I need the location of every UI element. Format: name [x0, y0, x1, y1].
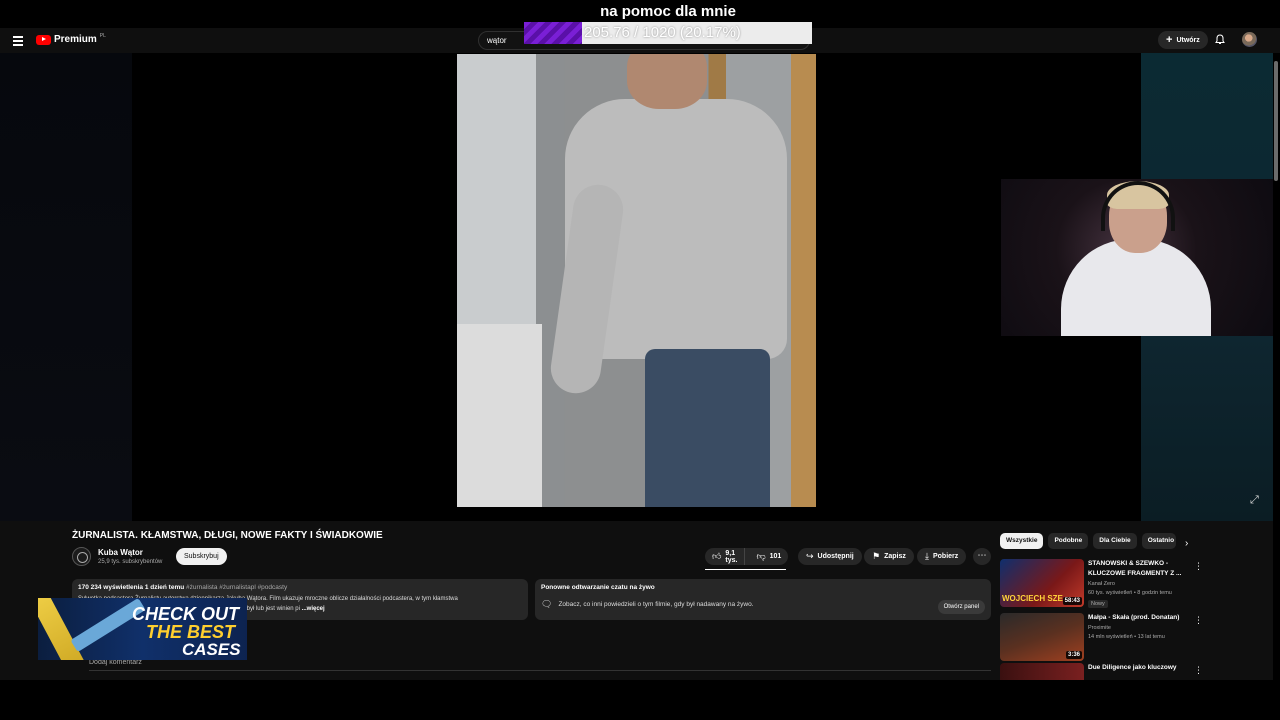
bookmark-icon: ⚑ — [872, 551, 881, 561]
region-label: PL — [99, 32, 106, 39]
recommendation-thumbnail[interactable] — [1000, 663, 1084, 680]
video-frame[interactable] — [457, 54, 816, 507]
views-and-date: 170 234 wyświetlenia 1 dzień temu — [78, 584, 185, 591]
thumbnail-text: WOJCIECH SZE — [1002, 594, 1063, 603]
webcam-person-body — [1061, 239, 1211, 336]
recommendation-title: STANOWSKI & SZEWKO - KLUCZOWE FRAGMENTY … — [1088, 560, 1182, 577]
chat-replay-line: 🗨︎ Zobacz, co inni powiedzieli o tym fil… — [541, 599, 985, 610]
new-badge: Nowy — [1088, 600, 1108, 608]
like-ratio-underline — [705, 569, 786, 570]
kebab-menu-icon[interactable]: ⋮ — [1194, 615, 1203, 626]
chip-related[interactable]: Podobne — [1048, 533, 1089, 549]
thumbs-down-icon: 👎︎ — [756, 551, 766, 561]
recommendation-channel: Proximite — [1088, 625, 1111, 631]
video-person-head — [627, 54, 707, 109]
goal-progress-fill — [524, 22, 583, 44]
thumbs-up-icon: 👍︎ — [712, 551, 722, 561]
menu-icon[interactable] — [13, 36, 23, 48]
dislike-count: 101 — [769, 553, 782, 560]
chat-replay-title: Ponowne odtwarzanie czatu na żywo — [541, 584, 655, 591]
open-panel-button[interactable]: Otwórz panel — [937, 600, 985, 614]
recommendation-meta: 60 tys. wyświetleń • 8 godzin temu — [1088, 590, 1172, 596]
subscriber-count: 25,9 tys. subskrybentów — [98, 559, 163, 565]
create-label: Utwórz — [1176, 36, 1200, 44]
create-button[interactable]: + Utwórz — [1158, 31, 1208, 49]
dislike-button[interactable]: 👎︎ 101 — [749, 548, 788, 565]
like-button[interactable]: 👍︎ 9,1 tys. — [705, 548, 746, 565]
youtube-play-icon — [36, 34, 51, 45]
add-comment-input[interactable]: Dodaj komentarz — [89, 659, 142, 666]
channel-name[interactable]: Kuba Wątor — [98, 548, 143, 557]
chevron-right-icon[interactable]: › — [1185, 538, 1188, 549]
scrollbar-thumb[interactable] — [1274, 61, 1278, 181]
download-label: Pobierz — [932, 553, 959, 560]
download-button[interactable]: ⤓ Pobierz — [917, 548, 967, 565]
chat-icon: 🗨︎ — [541, 599, 553, 609]
kebab-menu-icon[interactable]: ⋮ — [1194, 561, 1203, 572]
chip-for-you[interactable]: Dla Ciebie — [1093, 533, 1137, 549]
share-icon: ↪ — [806, 551, 814, 561]
video-cabinet — [457, 324, 542, 507]
video-duration: 58:43 — [1062, 597, 1082, 605]
kebab-menu-icon[interactable]: ⋮ — [1194, 665, 1203, 676]
brand-label: Premium — [54, 34, 97, 45]
plus-icon: + — [1166, 34, 1173, 46]
ad-banner[interactable]: CHECK OUT THE BEST CASES — [38, 598, 247, 660]
subscribe-button[interactable]: Subskrybuj — [176, 548, 227, 565]
recommendation-title: Due Diligence jako kluczowy — [1088, 664, 1177, 671]
chat-replay-text: Zobacz, co inni powiedzieli o tym filmie… — [558, 601, 754, 608]
bell-icon[interactable] — [1215, 34, 1225, 45]
description-meta: 170 234 wyświetlenia 1 dzień temu #żurna… — [78, 584, 522, 591]
save-button[interactable]: ⚑ Zapisz — [864, 548, 914, 565]
recommendation-item[interactable]: 3:36 Małpa - Skała (prod. Donatan) Proxi… — [1000, 613, 1270, 663]
chat-replay-box: Ponowne odtwarzanie czatu na żywo 🗨︎ Zob… — [535, 579, 991, 620]
recommendation-title: Małpa - Skała (prod. Donatan) — [1088, 614, 1180, 621]
share-button[interactable]: ↪ Udostępnij — [798, 548, 862, 565]
recommendation-channel: Kanał Zero — [1088, 581, 1115, 587]
knife-graphic — [38, 598, 93, 660]
share-label: Udostępnij — [817, 553, 854, 560]
page-scrollbar[interactable] — [1273, 53, 1280, 680]
overlay-title: na pomoc dla mnie — [600, 3, 736, 20]
video-person-legs — [645, 349, 770, 507]
recommendation-thumbnail[interactable]: 3:36 — [1000, 613, 1084, 661]
more-actions-button[interactable]: ⋯ — [973, 548, 991, 565]
comment-input-underline — [89, 670, 991, 671]
goal-progress-text: 205.76 / 1020 (20.17%) — [584, 24, 741, 41]
video-title: ŻURNALISTA. KŁAMSTWA, DŁUGI, NOWE FAKTY … — [72, 530, 383, 541]
video-player[interactable]: ⤢ — [0, 53, 1280, 521]
channel-avatar[interactable] — [72, 547, 91, 566]
recommendation-item[interactable]: Due Diligence jako kluczowy ⋮ — [1000, 663, 1270, 680]
recommendation-meta: 14 mln wyświetleń • 13 lat temu — [1088, 634, 1165, 640]
recommendation-thumbnail[interactable]: WOJCIECH SZE 58:43 — [1000, 559, 1084, 607]
chip-recent[interactable]: Ostatnio — [1141, 533, 1176, 549]
download-icon: ⤓ — [925, 551, 929, 561]
youtube-logo[interactable]: Premium PL — [36, 32, 106, 45]
streamer-webcam — [1001, 179, 1280, 336]
goal-progress-bar: 205.76 / 1020 (20.17%) — [524, 22, 812, 44]
video-duration: 3:36 — [1065, 651, 1082, 659]
fullscreen-icon[interactable]: ⤢ — [1250, 494, 1262, 506]
bottom-black-bar — [0, 680, 1280, 720]
account-avatar[interactable] — [1242, 32, 1257, 47]
chip-all[interactable]: Wszystkie — [1000, 533, 1044, 549]
player-left-background — [0, 53, 132, 521]
save-label: Zapisz — [884, 553, 906, 560]
like-count: 9,1 tys. — [725, 549, 738, 564]
like-dislike-group: 👍︎ 9,1 tys. 👎︎ 101 — [705, 548, 788, 565]
ad-line-3: CASES — [182, 640, 241, 659]
filter-chips: Wszystkie Podobne Dla Ciebie Ostatnio — [1000, 533, 1176, 549]
recommendation-item[interactable]: WOJCIECH SZE 58:43 STANOWSKI & SZEWKO - … — [1000, 559, 1270, 609]
show-more-link[interactable]: ...więcej — [302, 606, 325, 612]
hashtags[interactable]: #żurnalista #żurnalistapl #podcasty — [186, 584, 287, 591]
